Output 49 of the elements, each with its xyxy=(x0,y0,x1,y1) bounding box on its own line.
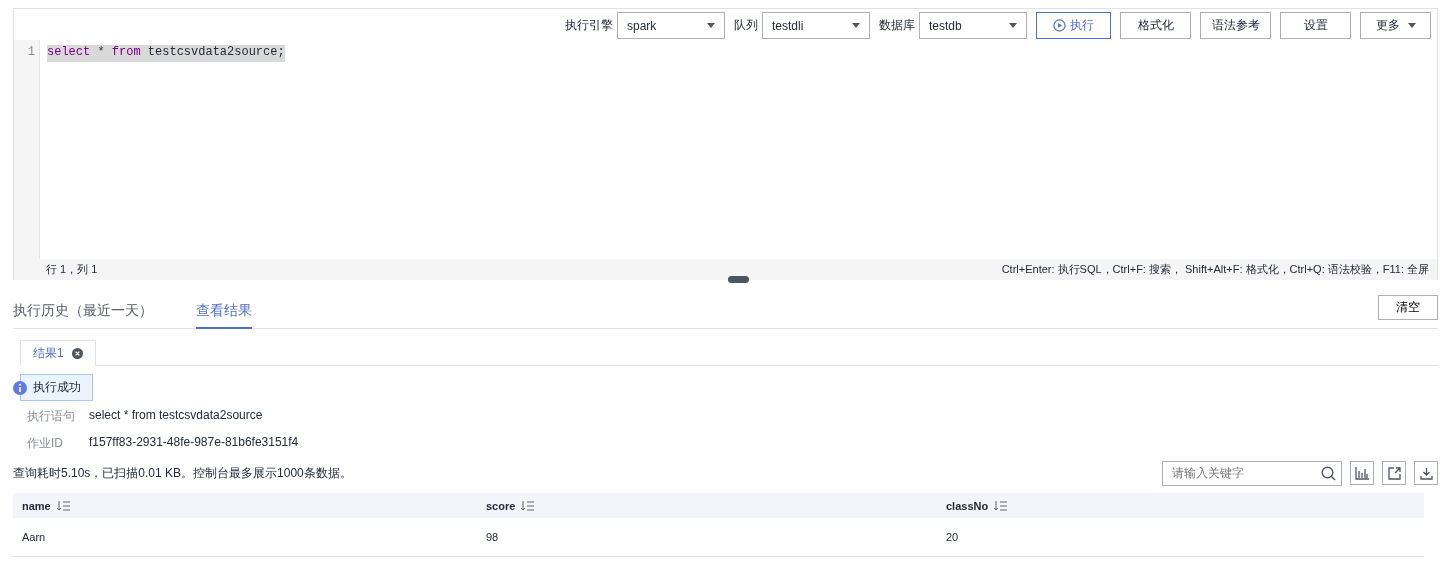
search-icon[interactable] xyxy=(1321,465,1336,481)
column-header[interactable]: score xyxy=(477,493,937,518)
dropdown-select[interactable]: spark xyxy=(617,12,725,39)
table-cell: Aarn xyxy=(13,518,477,557)
more-button[interactable]: 更多 xyxy=(1360,12,1431,39)
info-icon xyxy=(13,381,27,395)
status-badge: 执行成功 xyxy=(20,374,93,401)
search-field[interactable]: 请输入关键字 xyxy=(1162,460,1342,486)
table-cell: 98 xyxy=(477,518,937,557)
detail-value: select * from testcsvdata2source xyxy=(89,408,264,424)
result-tab[interactable]: 结果1 xyxy=(20,340,96,366)
select-label: 数据库 xyxy=(879,17,915,34)
detail-label: 执行语句 xyxy=(27,408,76,425)
column-header[interactable]: classNo xyxy=(937,493,1424,518)
table-cell: 20 xyxy=(937,518,1424,557)
play-icon xyxy=(1053,19,1066,32)
query-summary: 查询耗时5.10s，已扫描0.01 KB。控制台最多展示1000条数据。 xyxy=(13,464,352,482)
line-number: 1 xyxy=(26,45,36,61)
bar-chart-icon xyxy=(1355,466,1369,480)
download-icon xyxy=(1419,466,1433,480)
detail-label: 作业ID xyxy=(27,435,64,452)
dropdown-select[interactable]: testdli xyxy=(762,12,870,39)
sort-icon[interactable] xyxy=(521,500,535,511)
toolbar-button[interactable]: 语法参考 xyxy=(1200,12,1271,39)
caret-icon xyxy=(707,23,715,28)
caret-icon xyxy=(1009,23,1017,28)
clear-button[interactable]: 清空 xyxy=(1378,295,1438,320)
sort-icon[interactable] xyxy=(56,500,70,511)
caret-icon xyxy=(1407,23,1416,28)
close-icon[interactable] xyxy=(71,348,83,359)
sort-icon[interactable] xyxy=(994,500,1008,511)
select-label: 执行引擎 xyxy=(565,17,613,34)
tab[interactable]: 查看结果 xyxy=(196,302,252,329)
detail-value: f157ff83-2931-48fe-987e-81b6fe3151f4 xyxy=(89,435,300,451)
export-icon xyxy=(1387,466,1401,480)
caret-icon xyxy=(852,23,860,28)
toolbar-button[interactable]: 格式化 xyxy=(1120,12,1191,39)
cursor-position: 行 1，列 1 xyxy=(46,262,98,277)
dropdown-select[interactable]: testdb xyxy=(919,12,1027,39)
chart-button[interactable] xyxy=(1350,461,1374,485)
download-button[interactable] xyxy=(1414,461,1438,485)
resize-handle[interactable] xyxy=(728,276,749,283)
select-label: 队列 xyxy=(734,17,758,34)
export-button[interactable] xyxy=(1382,461,1406,485)
shortcut-hints: Ctrl+Enter: 执行SQL，Ctrl+F: 搜索， Shift+Alt+F: 格式化，Ctrl+Q: 语法校验，F11: 全屏 xyxy=(1001,262,1429,277)
run-button[interactable]: 执行 xyxy=(1036,12,1111,39)
tab[interactable]: 执行历史（最近一天） xyxy=(13,302,153,329)
toolbar-button[interactable]: 设置 xyxy=(1280,12,1351,39)
column-header[interactable]: name xyxy=(13,493,477,518)
